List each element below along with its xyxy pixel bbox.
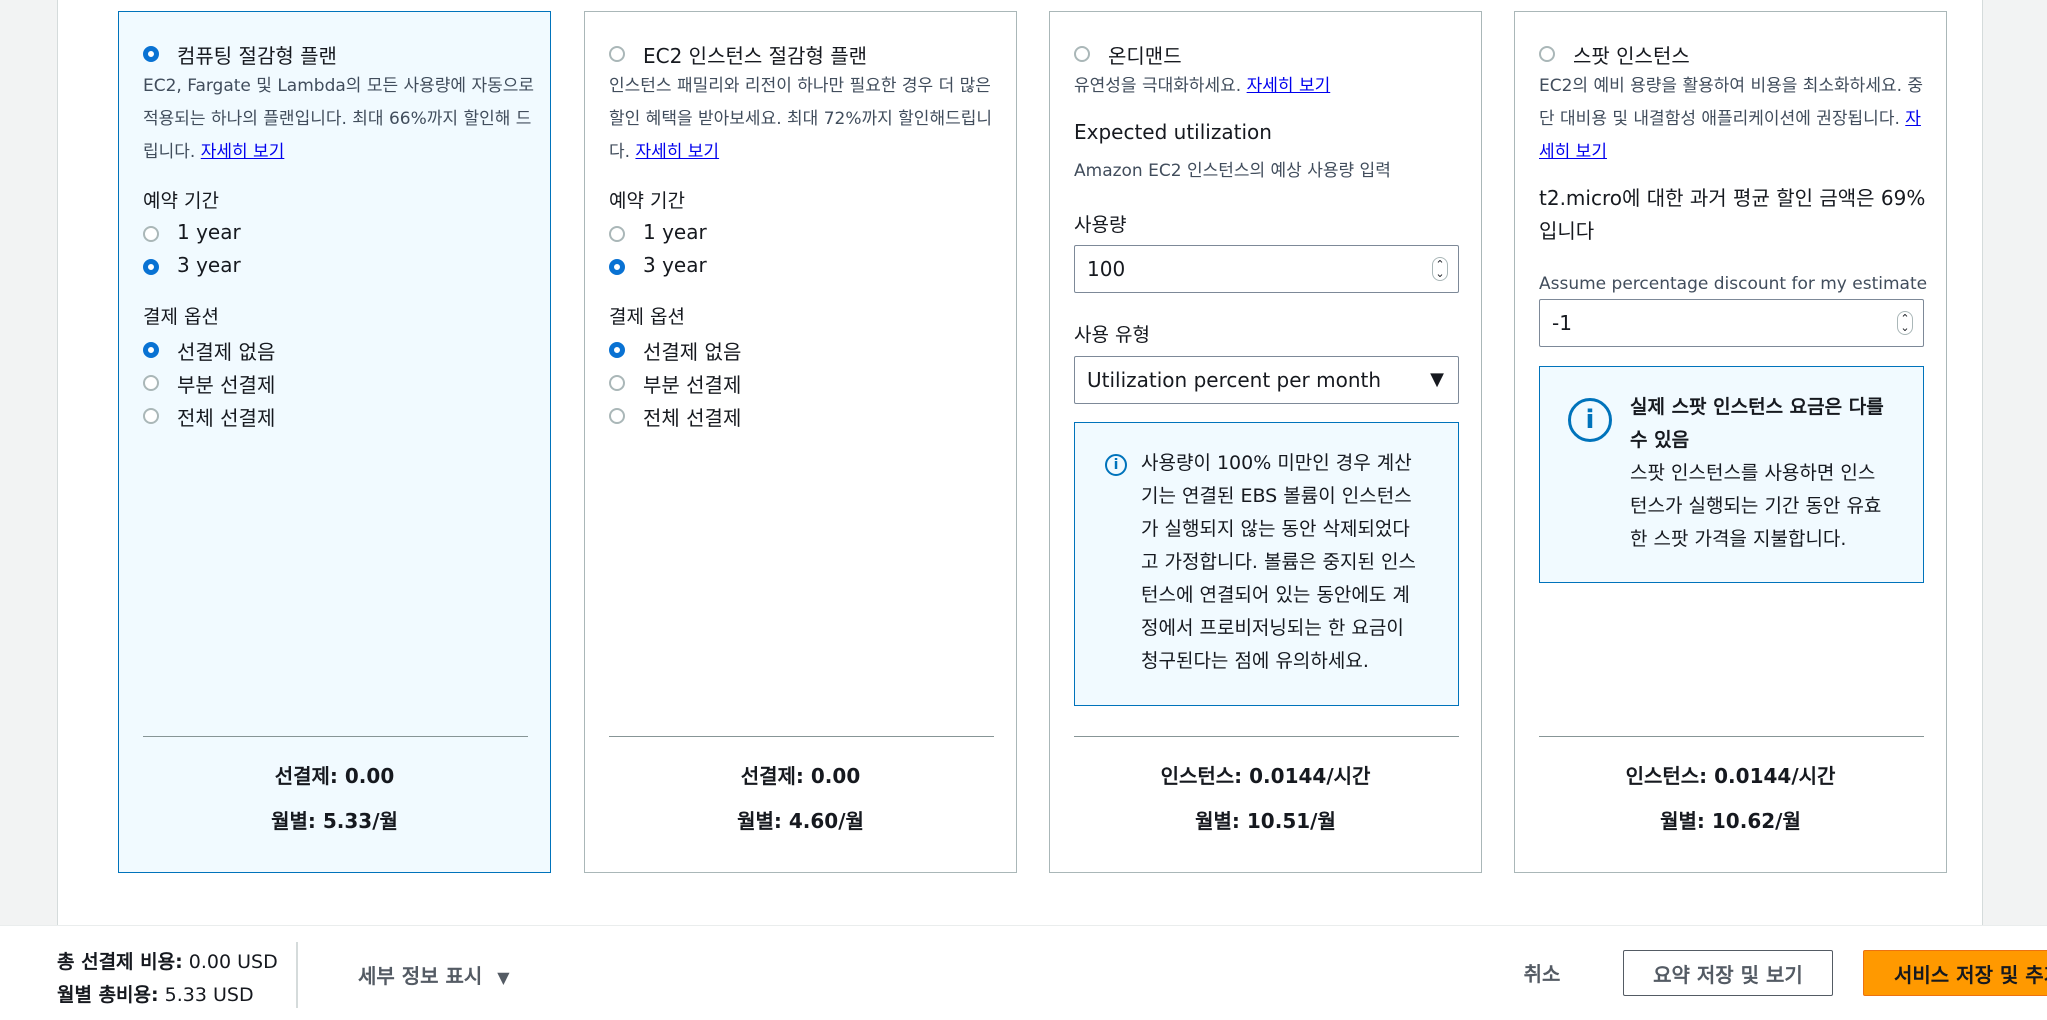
- payment-label: 결제 옵션: [143, 306, 219, 328]
- utilization-info-box: i 사용량이 100% 미만인 경우 계산 기는 연결된 EBS 볼륨이 인스턴…: [1074, 422, 1459, 706]
- monthly-total-label: 월별 총비용:: [57, 984, 159, 1006]
- term-label: 예약 기간: [609, 190, 685, 212]
- usage-type-label: 사용 유형: [1074, 324, 1150, 346]
- card-title: EC2 인스턴스 절감형 플랜: [643, 44, 867, 68]
- divider: [1539, 736, 1924, 737]
- info-icon: i: [1105, 454, 1127, 476]
- payment-label: 결제 옵션: [609, 306, 685, 328]
- upfront-price: 선결제: 0.00: [740, 764, 861, 788]
- radio-partial-upfront[interactable]: [143, 375, 159, 391]
- card-description: 인스턴스 패밀리와 리전이 하나만 필요한 경우 더 많은 할인 혜택을 받아보…: [609, 76, 993, 162]
- monthly-price: 월별: 10.51/월: [1195, 809, 1336, 833]
- card-ec2-savings-plan[interactable]: EC2 인스턴스 절감형 플랜 인스턴스 패밀리와 리전이 하나만 필요한 경우…: [584, 11, 1017, 873]
- usage-type-select[interactable]: Utilization percent per month ▼: [1074, 356, 1459, 404]
- payment-option-label: 선결제 없음: [177, 340, 276, 364]
- instance-price: 인스턴스: 0.0144/시간: [1625, 764, 1836, 788]
- payment-option-label: 선결제 없음: [643, 340, 742, 364]
- info-text: 실제 스팟 인스턴스 요금은 다를 수 있음 스팟 인스턴스를 사용하면 인스 …: [1630, 396, 1884, 550]
- caret-down-icon: ▼: [497, 968, 510, 987]
- term-option-label: 3 year: [177, 253, 241, 277]
- upfront-price: 선결제: 0.00: [274, 764, 395, 788]
- learn-more-link[interactable]: 자: [1905, 109, 1921, 129]
- term-label: 예약 기간: [143, 190, 219, 212]
- learn-more-link[interactable]: 자세히 보기: [201, 142, 285, 162]
- save-and-view-summary-button[interactable]: 요약 저장 및 보기: [1623, 950, 1833, 996]
- radio-ec2-savings-plan[interactable]: [609, 46, 625, 62]
- caret-down-icon: ▼: [1430, 369, 1444, 390]
- assume-discount-input[interactable]: -1 ⌃ ⌄: [1539, 299, 1924, 347]
- info-text: 사용량이 100% 미만인 경우 계산 기는 연결된 EBS 볼륨이 인스턴스 …: [1141, 452, 1416, 672]
- utilization-description: Amazon EC2 인스턴스의 예상 사용량 입력: [1074, 161, 1391, 181]
- radio-compute-savings-plan[interactable]: [143, 46, 159, 62]
- radio-term-1-year[interactable]: [609, 226, 625, 242]
- spot-info-box: i 실제 스팟 인스턴스 요금은 다를 수 있음 스팟 인스턴스를 사용하면 인…: [1539, 366, 1924, 583]
- card-title: 스팟 인스턴스: [1573, 44, 1690, 68]
- number-stepper-icon[interactable]: ⌃ ⌄: [1897, 311, 1913, 335]
- monthly-price: 월별: 5.33/월: [271, 809, 398, 833]
- radio-all-upfront[interactable]: [609, 408, 625, 424]
- radio-spot-instances[interactable]: [1539, 46, 1555, 62]
- monthly-price: 월별: 10.62/월: [1660, 809, 1801, 833]
- assume-discount-value: -1: [1552, 311, 1572, 335]
- payment-option-label: 전체 선결제: [643, 406, 742, 430]
- card-description: 유연성을 극대화하세요. 자세히 보기: [1074, 76, 1331, 96]
- assume-discount-label: Assume percentage discount for my estima…: [1539, 274, 1928, 294]
- cost-summary: 총 선결제 비용: 0.00 USD 월별 총비용: 5.33 USD: [57, 946, 278, 1012]
- payment-option-label: 부분 선결제: [643, 373, 742, 397]
- card-on-demand[interactable]: 온디맨드 유연성을 극대화하세요. 자세히 보기 Expected utiliz…: [1049, 11, 1482, 873]
- card-spot-instances[interactable]: 스팟 인스턴스 EC2의 예비 용량을 활용하여 비용을 최소화하세요. 중 단…: [1514, 11, 1947, 873]
- monthly-price: 월별: 4.60/월: [737, 809, 864, 833]
- divider: [143, 736, 528, 737]
- card-description: EC2의 예비 용량을 활용하여 비용을 최소화하세요. 중 단 대비용 및 내…: [1539, 76, 1924, 162]
- usage-input[interactable]: 100 ⌃ ⌄: [1074, 245, 1459, 293]
- radio-no-upfront[interactable]: [609, 342, 625, 358]
- learn-more-link[interactable]: 세히 보기: [1539, 142, 1607, 162]
- utilization-heading: Expected utilization: [1074, 120, 1272, 144]
- radio-all-upfront[interactable]: [143, 408, 159, 424]
- radio-on-demand[interactable]: [1074, 46, 1090, 62]
- usage-type-value: Utilization percent per month: [1087, 368, 1382, 392]
- payment-option-label: 부분 선결제: [177, 373, 276, 397]
- payment-option-label: 전체 선결제: [177, 406, 276, 430]
- historical-discount-text: t2.micro에 대한 과거 평균 할인 금액은 69% 입니다: [1539, 186, 1926, 243]
- info-icon: i: [1568, 398, 1612, 442]
- upfront-total-label: 총 선결제 비용:: [57, 951, 183, 973]
- radio-term-3-year[interactable]: [143, 259, 159, 275]
- radio-no-upfront[interactable]: [143, 342, 159, 358]
- card-title: 온디맨드: [1108, 44, 1182, 68]
- cancel-button[interactable]: 취소: [1500, 948, 1584, 996]
- learn-more-link[interactable]: 자세히 보기: [1247, 76, 1331, 96]
- show-details-toggle[interactable]: 세부 정보 표시 ▼: [358, 960, 510, 989]
- number-stepper-icon[interactable]: ⌃ ⌄: [1432, 257, 1448, 281]
- radio-partial-upfront[interactable]: [609, 375, 625, 391]
- radio-term-3-year[interactable]: [609, 259, 625, 275]
- term-option-label: 1 year: [177, 220, 241, 244]
- instance-price: 인스턴스: 0.0144/시간: [1160, 764, 1371, 788]
- card-title: 컴퓨팅 절감형 플랜: [177, 44, 337, 68]
- cost-footer-bar: 총 선결제 비용: 0.00 USD 월별 총비용: 5.33 USD 세부 정…: [0, 925, 2047, 1020]
- term-option-label: 1 year: [643, 220, 707, 244]
- monthly-total-value: 5.33 USD: [164, 984, 254, 1006]
- footer-divider: [296, 942, 298, 1008]
- learn-more-link[interactable]: 자세히 보기: [635, 142, 719, 162]
- radio-term-1-year[interactable]: [143, 226, 159, 242]
- card-compute-savings-plan[interactable]: 컴퓨팅 절감형 플랜 EC2, Fargate 및 Lambda의 모든 사용량…: [118, 11, 551, 873]
- save-and-add-service-button[interactable]: 서비스 저장 및 추가: [1863, 950, 2047, 996]
- upfront-total-value: 0.00 USD: [188, 951, 278, 973]
- divider: [1074, 736, 1459, 737]
- term-option-label: 3 year: [643, 253, 707, 277]
- usage-value: 100: [1087, 257, 1126, 281]
- usage-label: 사용량: [1074, 214, 1127, 236]
- card-description: EC2, Fargate 및 Lambda의 모든 사용량에 자동으로 적용되는…: [143, 76, 535, 162]
- divider: [609, 736, 994, 737]
